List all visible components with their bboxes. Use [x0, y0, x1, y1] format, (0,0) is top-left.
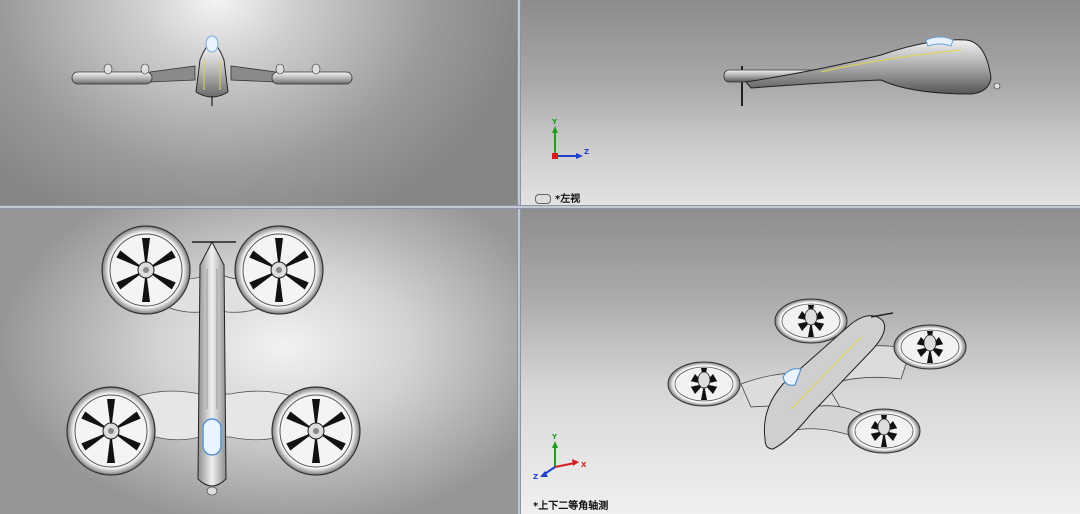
viewport-front[interactable]: [0, 0, 517, 205]
axis-triad-iso: Y X Z: [533, 433, 587, 481]
triad-iso-y-label: Y: [551, 433, 558, 441]
view-label-iso: *上下二等角轴测: [533, 501, 609, 512]
drone-front-view: [71, 35, 353, 106]
viewport-left[interactable]: Y Z *左视: [521, 0, 1080, 205]
triad-iso-z-label: Z: [533, 473, 538, 481]
view-glasses-icon: [535, 194, 551, 204]
view-name: *左视: [555, 194, 581, 205]
viewport-splitter-horizontal[interactable]: [0, 205, 1080, 209]
drone-left-view: Y Z: [551, 36, 1001, 159]
triad-iso-x-label: X: [581, 461, 587, 469]
viewport-splitter-vertical[interactable]: [517, 0, 521, 514]
triad-y-label: Y: [551, 118, 558, 126]
viewport-isometric[interactable]: Y X Z *上下二等角轴测: [521, 209, 1080, 514]
viewport-top[interactable]: [0, 209, 517, 514]
drone-isometric-view: Y X Z: [533, 298, 967, 481]
view-label-left: *左视: [535, 190, 580, 205]
drone-top-view: [66, 225, 361, 496]
triad-z-label: Z: [584, 148, 589, 156]
axis-triad: Y Z: [551, 118, 589, 159]
